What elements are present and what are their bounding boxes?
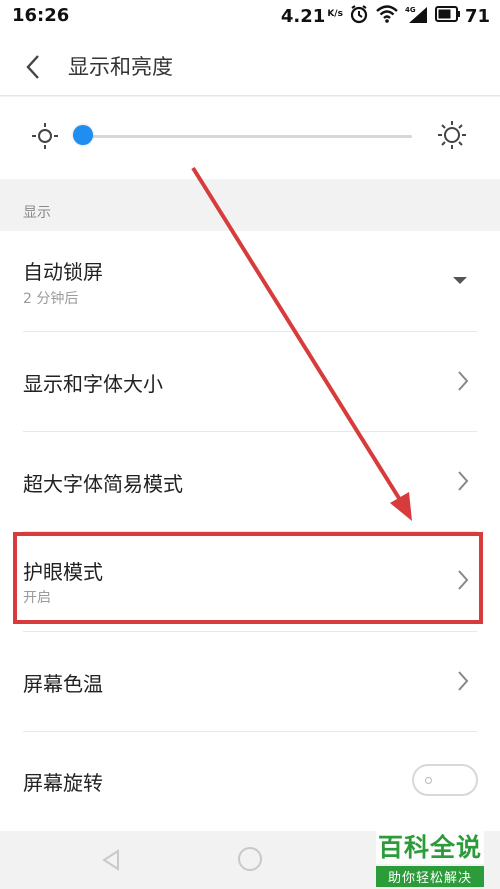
alarm-icon	[349, 4, 369, 29]
brightness-control	[0, 97, 500, 179]
section-header-display: 显示	[0, 179, 500, 231]
brightness-slider-thumb[interactable]	[73, 125, 93, 145]
app-header: 显示和亮度	[0, 34, 500, 96]
battery: 71	[434, 6, 490, 27]
chevron-right-icon	[458, 471, 469, 491]
chevron-right-icon	[458, 371, 469, 391]
battery-percent: 71	[464, 6, 490, 27]
chevron-left-icon	[26, 55, 39, 79]
status-time: 16:26	[12, 5, 70, 26]
battery-icon	[434, 6, 461, 27]
setting-subtitle: 2 分钟后	[23, 291, 79, 307]
network-speed-unit: K/s	[327, 9, 343, 19]
brightness-slider-track[interactable]	[82, 135, 412, 138]
network-speed-value: 4.21	[280, 6, 326, 27]
back-button[interactable]	[16, 50, 50, 84]
toggle-knob	[425, 777, 432, 784]
setting-title: 显示和字体大小	[23, 372, 163, 396]
setting-large-font-mode[interactable]: 超大字体简易模式	[0, 432, 500, 532]
page-title: 显示和亮度	[68, 55, 173, 79]
screen-rotation-toggle[interactable]	[412, 764, 478, 796]
dropdown-arrow-icon	[453, 277, 467, 284]
setting-title: 自动锁屏	[23, 260, 103, 284]
setting-display-font-size[interactable]: 显示和字体大小	[0, 332, 500, 432]
section-label: 显示	[23, 205, 51, 221]
nav-home-icon[interactable]	[238, 847, 262, 871]
sun-small-icon	[30, 121, 60, 155]
wifi-icon	[375, 4, 399, 29]
nav-back-icon[interactable]	[100, 849, 122, 875]
4g-signal-icon: 4G	[405, 4, 429, 29]
sun-large-icon	[436, 119, 468, 155]
setting-title: 超大字体简易模式	[23, 472, 183, 496]
annotation-highlight-box	[13, 532, 483, 624]
setting-screen-rotation: 屏幕旋转	[0, 732, 500, 831]
status-bar: 16:26 4.21 K/s 4G 71	[0, 0, 500, 34]
setting-auto-lock[interactable]: 自动锁屏 2 分钟后	[0, 231, 500, 332]
setting-title: 屏幕色温	[23, 672, 103, 696]
network-speed: 4.21 K/s	[281, 6, 343, 27]
chevron-right-icon	[458, 671, 469, 691]
setting-title: 屏幕旋转	[23, 771, 103, 795]
setting-color-temperature[interactable]: 屏幕色温	[0, 632, 500, 732]
svg-text:4G: 4G	[405, 6, 416, 14]
status-icons: 4.21 K/s 4G 71	[281, 4, 490, 29]
watermark-main: 百科全说	[375, 828, 484, 864]
watermark-logo: 百科全说 助你轻松解决	[375, 828, 484, 887]
watermark-sub: 助你轻松解决	[375, 866, 484, 887]
